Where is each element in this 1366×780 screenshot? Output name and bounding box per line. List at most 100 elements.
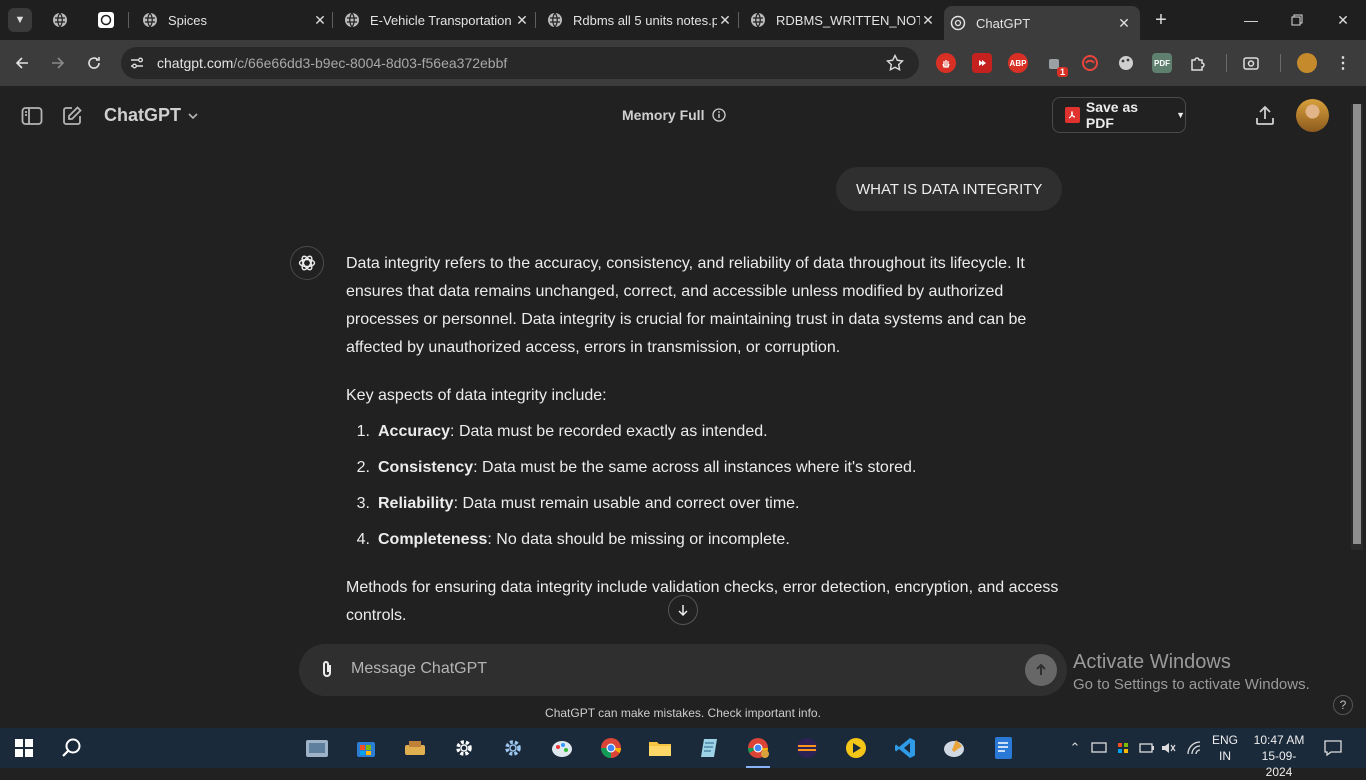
chrome-icon[interactable] bbox=[597, 734, 625, 762]
file-explorer-folder-icon[interactable] bbox=[646, 734, 674, 762]
vscode-icon[interactable] bbox=[891, 734, 919, 762]
extension-badge-count: 1 bbox=[1056, 67, 1068, 77]
close-icon[interactable]: ✕ bbox=[514, 12, 530, 28]
message-composer[interactable]: Message ChatGPT bbox=[299, 644, 1067, 696]
disclaimer-text: ChatGPT can make mistakes. Check importa… bbox=[545, 706, 821, 720]
paperclip-icon[interactable] bbox=[315, 658, 339, 682]
arrow-up-icon bbox=[1036, 663, 1046, 675]
microsoft-store-icon[interactable] bbox=[352, 734, 380, 762]
scrollbar-thumb[interactable] bbox=[1353, 104, 1361, 544]
site-info-icon[interactable] bbox=[129, 55, 145, 71]
chevron-down-icon bbox=[188, 112, 198, 119]
tools-app-icon[interactable] bbox=[401, 734, 429, 762]
windows-start-icon[interactable] bbox=[10, 734, 38, 762]
globe-icon bbox=[345, 12, 359, 28]
palette-extension-icon[interactable] bbox=[1116, 53, 1136, 73]
adblock-plus-icon[interactable]: ABP bbox=[1008, 53, 1028, 73]
tab-e-vehicle[interactable]: E-Vehicle Transportation ✕ bbox=[338, 6, 530, 34]
windows-taskbar: ⌃ ENG IN 10:47 AM 15-09-2024 bbox=[0, 728, 1366, 779]
browser-tab-strip: ▼ Spices ✕ E-Vehicle Transportation ✕ Rd… bbox=[0, 0, 1366, 40]
extensions-puzzle-icon[interactable] bbox=[1188, 53, 1208, 73]
list-item: 2. Consistency: Data must be the same acr… bbox=[356, 459, 917, 476]
globe-icon bbox=[548, 12, 562, 28]
chatgpt-logo-icon bbox=[290, 246, 324, 280]
pdf-extension-icon[interactable]: PDF bbox=[1152, 53, 1172, 73]
save-as-pdf-button[interactable]: Save as PDF ▼ bbox=[1052, 97, 1186, 133]
battery-plug-icon[interactable] bbox=[1138, 739, 1156, 757]
paint-app-icon[interactable] bbox=[548, 734, 576, 762]
tab-chatgpt[interactable]: ChatGPT ✕ bbox=[944, 6, 1140, 40]
minimize-button[interactable]: — bbox=[1236, 8, 1266, 32]
tray-display-icon[interactable] bbox=[1090, 739, 1108, 757]
notification-center-icon[interactable] bbox=[1324, 739, 1342, 757]
close-icon[interactable]: ✕ bbox=[1116, 15, 1132, 31]
pinned-tab-globe-icon[interactable] bbox=[50, 10, 70, 30]
settings-gear-icon[interactable] bbox=[450, 734, 478, 762]
aspects-list: 1. Accuracy: Data must be recorded exactl… bbox=[346, 418, 1066, 554]
send-button[interactable] bbox=[1025, 654, 1057, 686]
swirl-extension-icon[interactable] bbox=[1080, 53, 1100, 73]
help-button[interactable]: ? bbox=[1333, 695, 1353, 715]
close-window-button[interactable]: ✕ bbox=[1328, 8, 1358, 32]
tab-rdbms-written-notes[interactable]: RDBMS_WRITTEN_NOTES ✕ bbox=[744, 6, 936, 34]
search-icon[interactable] bbox=[58, 734, 86, 762]
notes-app-icon[interactable] bbox=[695, 734, 723, 762]
volume-muted-icon[interactable] bbox=[1160, 739, 1178, 757]
puzzle-badge-extension-icon[interactable]: 1 bbox=[1044, 53, 1068, 77]
list-item: 3. Reliability: Data must remain usable a… bbox=[356, 495, 800, 512]
chrome-active-icon[interactable] bbox=[744, 734, 772, 768]
forward-button[interactable] bbox=[46, 51, 70, 75]
model-selector[interactable]: ChatGPT bbox=[104, 105, 199, 126]
new-tab-button[interactable]: + bbox=[1150, 9, 1172, 31]
openai-icon bbox=[950, 15, 966, 31]
close-icon[interactable]: ✕ bbox=[312, 12, 328, 28]
screenshot-icon[interactable] bbox=[1241, 53, 1261, 73]
back-button[interactable] bbox=[10, 51, 34, 75]
memory-label: Memory Full bbox=[622, 107, 705, 123]
file-manager-app-icon[interactable] bbox=[303, 734, 331, 762]
tab-rdbms-notes[interactable]: Rdbms all 5 units notes.p ✕ bbox=[541, 6, 733, 34]
media-player-icon[interactable] bbox=[842, 734, 870, 762]
close-icon[interactable]: ✕ bbox=[920, 12, 936, 28]
browser-menu-button[interactable]: ⋮ bbox=[1333, 53, 1353, 73]
user-avatar[interactable] bbox=[1296, 99, 1329, 132]
new-chat-icon[interactable] bbox=[60, 104, 84, 128]
word-document-icon[interactable] bbox=[989, 734, 1017, 762]
address-bar[interactable]: chatgpt.com/c/66e66dd3-b9ec-8004-8d03-f5… bbox=[121, 47, 919, 79]
globe-icon bbox=[143, 12, 157, 28]
tab-label: Spices bbox=[168, 12, 208, 28]
input-language[interactable]: ENG IN bbox=[1212, 732, 1238, 764]
page-scrollbar[interactable] bbox=[1351, 104, 1363, 550]
message-input[interactable]: Message ChatGPT bbox=[351, 660, 487, 678]
reload-button[interactable] bbox=[82, 51, 106, 75]
url-text[interactable]: chatgpt.com/c/66e66dd3-b9ec-8004-8d03-f5… bbox=[157, 55, 507, 71]
close-icon[interactable]: ✕ bbox=[717, 12, 733, 28]
system-clock[interactable]: 10:47 AM 15-09-2024 bbox=[1250, 732, 1308, 780]
aspects-heading: Key aspects of data integrity include: bbox=[346, 387, 607, 404]
profile-avatar[interactable] bbox=[1297, 53, 1317, 73]
tray-overflow-chevron-icon[interactable]: ⌃ bbox=[1066, 739, 1084, 757]
control-panel-gear-icon[interactable] bbox=[499, 734, 527, 762]
restore-button[interactable] bbox=[1282, 8, 1312, 32]
share-icon[interactable] bbox=[1253, 104, 1277, 128]
sidebar-toggle-icon[interactable] bbox=[20, 104, 44, 128]
answer-intro: Data integrity refers to the accuracy, c… bbox=[346, 255, 1027, 356]
tab-spices[interactable]: Spices ✕ bbox=[136, 6, 328, 34]
tab-search-button[interactable]: ▼ bbox=[8, 8, 32, 32]
tab-label: Rdbms all 5 units notes.p bbox=[573, 12, 717, 28]
caret-down-icon: ▼ bbox=[1176, 110, 1185, 120]
bookmark-star-icon[interactable] bbox=[885, 53, 905, 73]
pdf-icon bbox=[1065, 107, 1080, 123]
stop-hand-extension-icon[interactable] bbox=[936, 53, 956, 73]
pinned-tab-openai-icon[interactable] bbox=[96, 10, 116, 30]
memory-status[interactable]: Memory Full bbox=[622, 107, 727, 123]
wifi-icon[interactable] bbox=[1186, 739, 1204, 757]
scroll-to-bottom-button[interactable] bbox=[668, 595, 698, 625]
globe-icon bbox=[751, 12, 765, 28]
paint-3d-icon[interactable] bbox=[940, 734, 968, 762]
video-extension-icon[interactable] bbox=[972, 53, 992, 73]
save-pdf-label: Save as PDF bbox=[1085, 99, 1139, 131]
activate-windows-watermark: Activate Windows Go to Settings to activ… bbox=[1073, 651, 1310, 693]
tray-app-icon[interactable] bbox=[1114, 739, 1132, 757]
eclipse-app-icon[interactable] bbox=[793, 734, 821, 762]
